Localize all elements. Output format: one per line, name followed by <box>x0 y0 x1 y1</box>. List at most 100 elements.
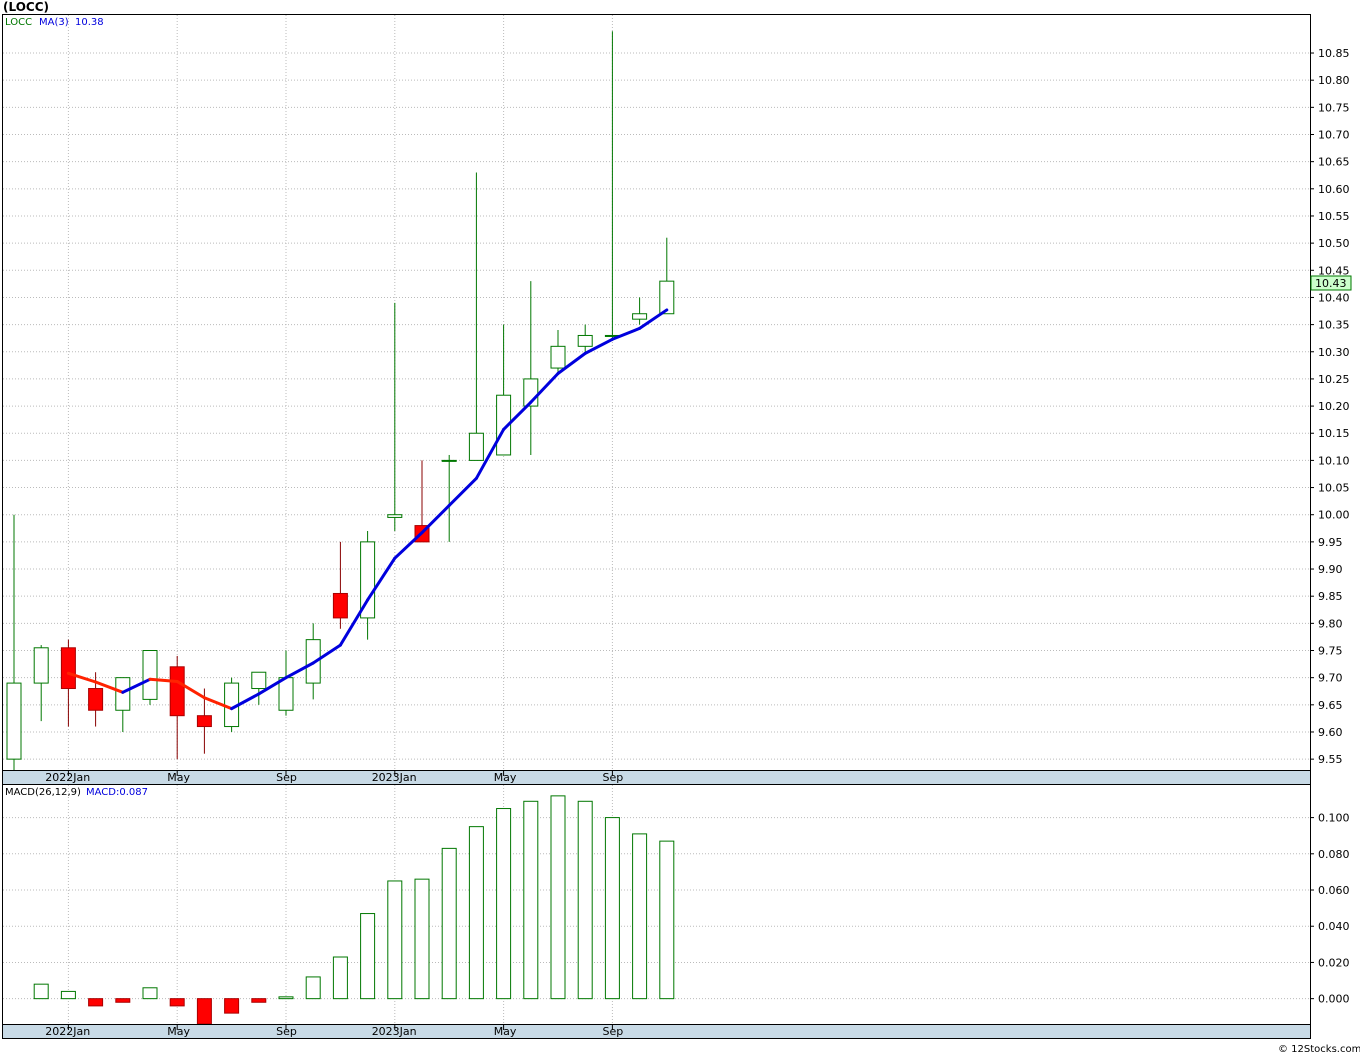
chart-canvas: (LOCC) 2022Jan May Sep 2023Jan May Sep 9.559.… <box>2 0 1360 1055</box>
macd-bar <box>142 987 158 1000</box>
last-price-tag: 10.43 <box>1310 275 1352 291</box>
candle-body <box>278 677 294 711</box>
candle-body <box>196 715 212 728</box>
macd-bar <box>632 833 648 1000</box>
macd-y-axis: 0.000 0.020 0.040 0.060 0.080 0.100 <box>1310 812 1350 1006</box>
last-price-label: 10.43 <box>1315 277 1347 290</box>
macd-bar <box>441 847 457 1000</box>
price-y-tick-label: 9.80 <box>1318 617 1343 630</box>
price-y-tick-label: 10.55 <box>1318 210 1350 223</box>
candle-body <box>387 514 403 518</box>
macd-bar <box>169 998 185 1007</box>
candle-body <box>88 688 104 711</box>
candle-body <box>550 345 566 369</box>
price-y-tick-label: 9.95 <box>1318 536 1343 549</box>
macd-y-tick-label: 0.080 <box>1318 848 1350 861</box>
macd-bar <box>33 983 49 1000</box>
price-y-tick-label: 10.40 <box>1318 291 1350 304</box>
macd-bar <box>332 956 348 1000</box>
macd-bar <box>60 990 76 1000</box>
macd-legend-value: MACD:0.087 <box>86 787 148 798</box>
price-y-tick-label: 10.25 <box>1318 373 1350 386</box>
price-y-tick-label: 10.15 <box>1318 427 1350 440</box>
price-x-tick-label: 2022Jan <box>45 771 90 784</box>
price-y-tick-label: 10.80 <box>1318 74 1350 87</box>
macd-bar <box>387 880 403 1000</box>
macd-x-tick-label: Sep <box>603 1025 624 1038</box>
macd-x-tick-label: Sep <box>276 1025 297 1038</box>
price-y-tick-label: 10.70 <box>1318 128 1350 141</box>
price-y-tick-label: 10.00 <box>1318 509 1350 522</box>
macd-bar <box>523 800 539 1000</box>
macd-bar <box>577 800 593 1000</box>
macd-x-tick-label: May <box>494 1025 517 1038</box>
price-y-tick-label: 9.90 <box>1318 563 1343 576</box>
candle-body <box>251 671 267 690</box>
legend-ma-value: 10.38 <box>75 17 104 28</box>
macd-bar <box>659 840 675 1000</box>
macd-x-tick-label: May <box>167 1025 190 1038</box>
price-y-tick-label: 10.45 <box>1318 264 1350 277</box>
macd-legend-label: MACD(26,12,9) <box>5 787 81 798</box>
footer-credit: © 12Stocks.com <box>1278 1044 1360 1055</box>
price-y-tick-label: 10.50 <box>1318 237 1350 250</box>
macd-bar <box>251 998 267 1003</box>
macd-y-tick-label: 0.020 <box>1318 956 1350 969</box>
candle-body <box>6 682 22 760</box>
price-x-tick-label: May <box>494 771 517 784</box>
macd-bar <box>496 808 512 1000</box>
price-y-tick-label: 9.65 <box>1318 699 1343 712</box>
price-y-tick-label: 9.70 <box>1318 672 1343 685</box>
macd-bar <box>224 998 240 1014</box>
macd-y-tick-label: 0.060 <box>1318 884 1350 897</box>
candle-body <box>33 647 49 684</box>
macd-bar <box>305 976 321 1000</box>
candle-body <box>577 334 593 347</box>
price-x-tick-label: 2023Jan <box>372 771 417 784</box>
candle-body <box>632 313 648 320</box>
price-y-tick-label: 9.55 <box>1318 753 1343 766</box>
macd-y-tick-label: 0.100 <box>1318 812 1350 825</box>
candle-body <box>115 677 131 711</box>
price-x-tick-label: May <box>167 771 190 784</box>
macd-bar <box>278 996 294 1000</box>
macd-bar <box>88 998 104 1007</box>
price-x-tick-label: Sep <box>276 771 297 784</box>
candle-body <box>60 647 76 690</box>
candle-body <box>441 459 457 462</box>
price-y-tick-label: 10.30 <box>1318 346 1350 359</box>
macd-x-tick-label: 2022Jan <box>45 1025 90 1038</box>
macd-bar <box>468 826 484 1000</box>
chart-title: (LOCC) <box>3 0 49 14</box>
price-y-tick-label: 10.60 <box>1318 183 1350 196</box>
price-y-tick-label: 10.75 <box>1318 101 1350 114</box>
macd-y-tick-label: 0.000 <box>1318 993 1350 1006</box>
price-y-tick-label: 10.05 <box>1318 482 1350 495</box>
macd-bar <box>604 817 620 1000</box>
price-x-axis-band <box>2 770 1311 785</box>
price-y-tick-label: 10.35 <box>1318 319 1350 332</box>
macd-bar <box>115 998 131 1003</box>
price-y-axis: 9.55 9.60 9.65 9.70 9.75 9.80 9.85 9.90 9.95 10.0… <box>1310 47 1350 766</box>
price-y-tick-label: 9.85 <box>1318 590 1343 603</box>
price-y-tick-label: 10.10 <box>1318 454 1350 467</box>
price-y-tick-label: 10.20 <box>1318 400 1350 413</box>
price-y-tick-label: 9.60 <box>1318 726 1343 739</box>
macd-panel <box>2 784 1311 1025</box>
price-y-tick-label: 10.85 <box>1318 47 1350 60</box>
macd-x-axis-band <box>2 1024 1311 1039</box>
price-panel <box>2 14 1311 771</box>
candle-body <box>142 650 158 700</box>
macd-y-tick-label: 0.040 <box>1318 920 1350 933</box>
legend-ma-label: MA(3) <box>39 17 69 28</box>
candle-body <box>169 666 185 717</box>
price-x-tick-label: Sep <box>603 771 624 784</box>
legend-ticker: LOCC <box>5 17 32 28</box>
candle-body <box>468 432 484 461</box>
macd-bar <box>414 878 430 1000</box>
macd-x-tick-label: 2023Jan <box>372 1025 417 1038</box>
candle-body <box>332 592 348 619</box>
chart-root: (LOCC) 2022Jan May Sep 2023Jan May Sep 9.55 9.… <box>0 0 1360 1056</box>
macd-bar <box>196 998 212 1025</box>
price-y-tick-label: 9.75 <box>1318 645 1343 658</box>
